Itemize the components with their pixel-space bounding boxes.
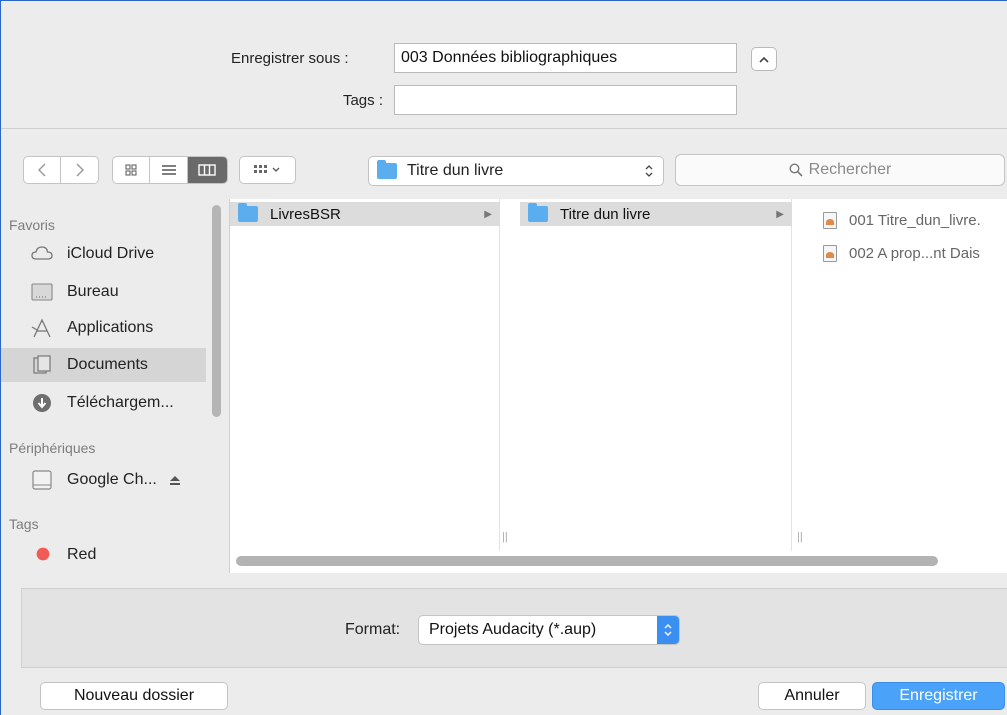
back-button[interactable] <box>24 157 62 183</box>
favorites-header: Favoris <box>9 217 55 233</box>
list-view-icon <box>161 165 176 175</box>
save-header: Enregistrer sous : 003 Données bibliogra… <box>1 1 1007 129</box>
column-2: Titre dun livre ▶ || <box>520 199 803 551</box>
sidebar-item-icloud[interactable]: iCloud Drive <box>1 237 206 271</box>
tags-input[interactable] <box>394 85 737 115</box>
list-item[interactable]: 001 Titre_dun_livre. <box>793 208 1007 232</box>
location-popup[interactable]: Titre dun livre <box>368 156 664 186</box>
list-item[interactable]: 002 A prop...nt Dais <box>793 241 1007 265</box>
sidebar-item-label: Applications <box>67 319 154 336</box>
desktop-icon <box>31 283 53 301</box>
sidebar-item-applications[interactable]: Applications <box>1 311 206 345</box>
disclosure-arrow-icon: ▶ <box>484 208 492 220</box>
sidebar-item-label: Red <box>67 546 97 563</box>
save-as-label: Enregistrer sous : <box>231 50 349 67</box>
sidebar-item-google-chrome[interactable]: Google Ch... <box>1 463 206 497</box>
icon-view-button[interactable] <box>113 157 151 183</box>
sidebar-item-label: Bureau <box>67 283 119 300</box>
back-forward-buttons <box>23 156 99 184</box>
column-1: LivresBSR ▶ || <box>230 199 508 551</box>
chevron-up-icon <box>759 56 769 63</box>
eject-icon[interactable] <box>169 475 181 486</box>
sidebar-item-tag-red[interactable]: Red <box>1 538 206 572</box>
format-accessory: Format: Projets Audacity (*.aup) <box>21 588 1007 668</box>
item-label: 002 A prop...nt Dais <box>849 244 980 262</box>
column-view-button[interactable] <box>187 157 227 183</box>
grid-view-icon <box>125 164 137 176</box>
column-view-icon <box>198 164 217 176</box>
cancel-button[interactable]: Annuler <box>758 682 866 710</box>
item-label: 001 Titre_dun_livre. <box>849 211 981 229</box>
folder-icon <box>377 160 397 179</box>
save-as-input[interactable]: 003 Données bibliographiques <box>394 43 737 73</box>
format-label: Format: <box>345 621 401 638</box>
updown-arrows-icon <box>645 165 653 177</box>
view-mode-buttons <box>112 156 228 184</box>
sidebar-scrollbar[interactable] <box>212 205 221 417</box>
sidebar-item-telechargements[interactable]: Téléchargem... <box>1 386 206 420</box>
item-label: Titre dun livre <box>560 205 651 223</box>
expand-button[interactable] <box>751 47 777 71</box>
search-icon <box>789 163 803 177</box>
column-browser: LivresBSR ▶ || Titre dun livre ▶ || 001 … <box>229 199 1007 573</box>
audio-file-icon <box>823 244 837 262</box>
sidebar-item-label: Documents <box>67 356 148 373</box>
save-button[interactable]: Enregistrer <box>872 682 1005 710</box>
applications-icon <box>31 318 51 338</box>
search-field[interactable]: Rechercher <box>675 154 1005 186</box>
format-select[interactable]: Projets Audacity (*.aup) <box>418 615 680 645</box>
drive-icon <box>32 470 52 490</box>
folder-icon <box>238 203 258 222</box>
tags-header: Tags <box>9 516 39 532</box>
search-placeholder: Rechercher <box>808 161 892 178</box>
item-label: LivresBSR <box>270 205 341 223</box>
red-tag-icon <box>36 547 50 561</box>
sidebar: Favoris iCloud Drive Bureau Applications… <box>1 199 229 571</box>
list-item[interactable]: Titre dun livre ▶ <box>520 202 792 226</box>
format-value: Projets Audacity (*.aup) <box>429 621 597 638</box>
folder-icon <box>528 203 548 222</box>
list-view-button[interactable] <box>150 157 188 183</box>
download-icon <box>33 394 51 412</box>
column-3: 001 Titre_dun_livre. 002 A prop...nt Dai… <box>793 199 1007 551</box>
disclosure-arrow-icon: ▶ <box>776 208 784 220</box>
sidebar-item-documents[interactable]: Documents <box>1 348 206 382</box>
new-folder-button[interactable]: Nouveau dossier <box>40 682 228 710</box>
cloud-icon <box>31 246 53 260</box>
list-item[interactable]: LivresBSR ▶ <box>230 202 500 226</box>
horizontal-scrollbar[interactable] <box>236 556 938 566</box>
sidebar-item-label: iCloud Drive <box>67 245 155 262</box>
updown-arrows-icon <box>657 616 679 644</box>
tags-label: Tags : <box>342 92 383 109</box>
sidebar-item-label: Google Ch... <box>67 471 157 488</box>
devices-header: Périphériques <box>9 440 96 456</box>
sidebar-item-label: Téléchargem... <box>67 394 174 411</box>
save-dialog: Enregistrer sous : 003 Données bibliogra… <box>0 0 1007 715</box>
location-label: Titre dun livre <box>407 162 504 179</box>
forward-button[interactable] <box>61 157 98 183</box>
arrange-icon <box>253 165 279 173</box>
column-resize-grip[interactable]: || <box>502 531 508 543</box>
documents-icon <box>33 355 51 374</box>
chevron-left-icon <box>38 163 46 177</box>
arrange-button[interactable] <box>239 156 296 184</box>
sidebar-item-bureau[interactable]: Bureau <box>1 275 206 309</box>
audio-file-icon <box>823 211 837 229</box>
chevron-right-icon <box>75 163 84 177</box>
